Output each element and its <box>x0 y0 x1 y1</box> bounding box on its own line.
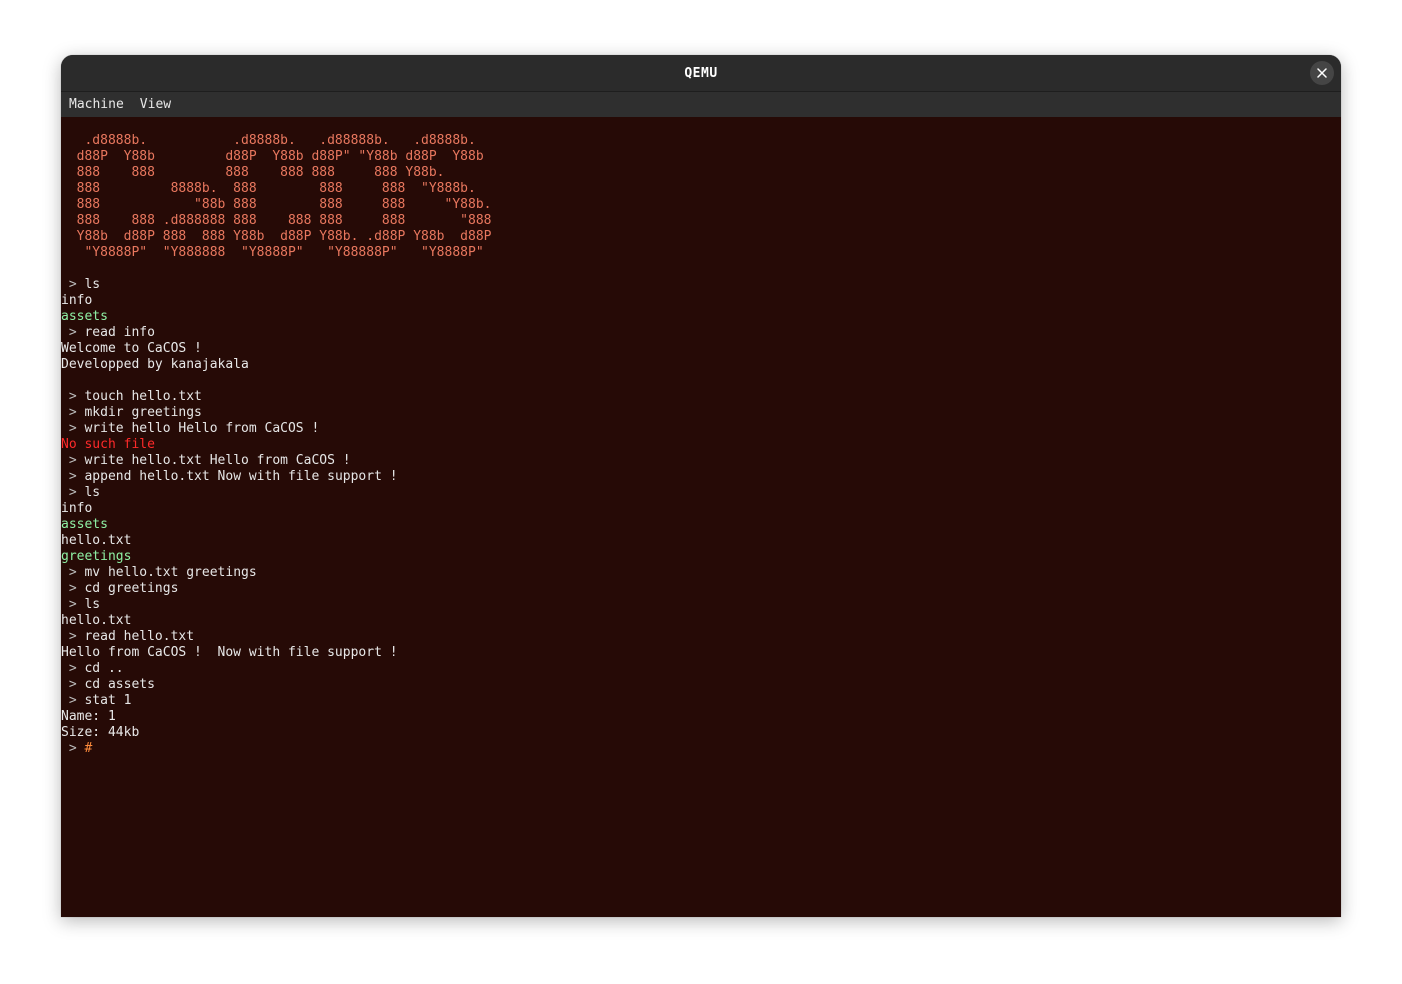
menu-bar: Machine View <box>61 92 1341 117</box>
output-text: hello.txt <box>61 613 132 628</box>
terminal-line: Hello from CaCOS ! Now with file support… <box>61 645 491 661</box>
prompt-marker: > <box>61 389 85 404</box>
terminal-line: > cd .. <box>61 661 491 677</box>
prompt-marker: > <box>61 453 85 468</box>
prompt-marker: > <box>61 277 85 292</box>
banner-line: "Y8888P" "Y888888 "Y8888P" "Y88888P" "Y8… <box>61 245 484 260</box>
directory-entry: assets <box>61 309 108 324</box>
terminal-line: > stat 1 <box>61 693 491 709</box>
terminal-line: assets <box>61 309 491 325</box>
terminal-line: > cd assets <box>61 677 491 693</box>
output-text: info <box>61 501 93 516</box>
terminal-line: hello.txt <box>61 613 491 629</box>
command-text: cd greetings <box>84 581 179 596</box>
terminal-line: > read info <box>61 325 491 341</box>
command-text: stat 1 <box>84 693 132 708</box>
prompt-marker: > <box>61 485 85 500</box>
prompt-marker: > <box>61 469 85 484</box>
terminal-line: > mkdir greetings <box>61 405 491 421</box>
prompt-marker: > <box>61 565 85 580</box>
terminal-line: > mv hello.txt greetings <box>61 565 491 581</box>
directory-entry: assets <box>61 517 108 532</box>
prompt-marker: > <box>61 629 85 644</box>
terminal-line: > write hello Hello from CaCOS ! <box>61 421 491 437</box>
terminal-line: Developped by kanajakala <box>61 357 491 373</box>
close-button[interactable] <box>1310 61 1334 85</box>
prompt-marker: > <box>61 677 85 692</box>
terminal-line: > ls <box>61 277 491 293</box>
command-text: append hello.txt Now with file support ! <box>84 469 398 484</box>
prompt-marker: > <box>61 693 85 708</box>
prompt-marker: > <box>61 405 85 420</box>
output-text: hello.txt <box>61 533 132 548</box>
terminal-line-input: > # <box>61 741 491 757</box>
banner-line: .d8888b. .d8888b. .d88888b. .d8888b. <box>61 133 476 148</box>
terminal-line: greetings <box>61 549 491 565</box>
command-text: read info <box>84 325 155 340</box>
terminal-line: > read hello.txt <box>61 629 491 645</box>
error-message: No such file <box>61 437 155 452</box>
terminal-line: > append hello.txt Now with file support… <box>61 469 491 485</box>
command-text: read hello.txt <box>84 629 195 644</box>
terminal-line: hello.txt <box>61 533 491 549</box>
output-text: info <box>61 293 93 308</box>
terminal-output: .d8888b. .d8888b. .d88888b. .d8888b. d88… <box>61 133 491 757</box>
terminal-line: > ls <box>61 485 491 501</box>
qemu-window: QEMU Machine View .d8888b. .d8888b. .d88… <box>61 55 1341 917</box>
terminal-line: > write hello.txt Hello from CaCOS ! <box>61 453 491 469</box>
output-text: Name: 1 <box>61 709 116 724</box>
banner-line: 888 "88b 888 888 888 "Y88b. <box>61 197 492 212</box>
command-text: ls <box>84 597 101 612</box>
prompt-marker: > <box>61 741 85 756</box>
prompt-marker: > <box>61 597 85 612</box>
output-text: Size: 44kb <box>61 725 140 740</box>
directory-entry: greetings <box>61 549 132 564</box>
cursor: # <box>84 741 93 756</box>
prompt-marker: > <box>61 581 85 596</box>
output-text: Developped by kanajakala <box>61 357 249 372</box>
close-icon <box>1317 68 1327 78</box>
terminal-line: assets <box>61 517 491 533</box>
terminal-line: info <box>61 293 491 309</box>
command-text: write hello Hello from CaCOS ! <box>84 421 320 436</box>
command-text: ls <box>84 485 101 500</box>
banner-line: d88P Y88b d88P Y88b d88P" "Y88b d88P Y88… <box>61 149 484 164</box>
title-bar[interactable]: QEMU <box>61 55 1341 92</box>
command-text: write hello.txt Hello from CaCOS ! <box>84 453 351 468</box>
banner-line: 888 8888b. 888 888 888 "Y888b. <box>61 181 476 196</box>
terminal-line: > cd greetings <box>61 581 491 597</box>
terminal-line: No such file <box>61 437 491 453</box>
prompt-marker: > <box>61 421 85 436</box>
terminal-line: Size: 44kb <box>61 725 491 741</box>
terminal-line: > touch hello.txt <box>61 389 491 405</box>
banner-line: 888 888 888 888 888 888 Y88b. <box>61 165 445 180</box>
command-text: mkdir greetings <box>84 405 202 420</box>
menu-machine[interactable]: Machine <box>61 92 132 117</box>
banner-line: Y88b d88P 888 888 Y88b d88P Y88b. .d88P … <box>61 229 492 244</box>
window-title: QEMU <box>684 65 718 81</box>
command-text: touch hello.txt <box>84 389 202 404</box>
vm-display[interactable]: .d8888b. .d8888b. .d88888b. .d8888b. d88… <box>61 117 1341 917</box>
banner-line: 888 888 .d888888 888 888 888 888 "888 <box>61 213 492 228</box>
command-text: mv hello.txt greetings <box>84 565 257 580</box>
output-text: Welcome to CaCOS ! <box>61 341 202 356</box>
terminal-line: Welcome to CaCOS ! <box>61 341 491 357</box>
terminal-line: Name: 1 <box>61 709 491 725</box>
terminal-line: > ls <box>61 597 491 613</box>
terminal-line: info <box>61 501 491 517</box>
command-text: cd assets <box>84 677 155 692</box>
command-text: cd .. <box>84 661 124 676</box>
menu-view[interactable]: View <box>132 92 179 117</box>
prompt-marker: > <box>61 661 85 676</box>
prompt-marker: > <box>61 325 85 340</box>
output-text: Hello from CaCOS ! Now with file support… <box>61 645 398 660</box>
command-text: ls <box>84 277 101 292</box>
